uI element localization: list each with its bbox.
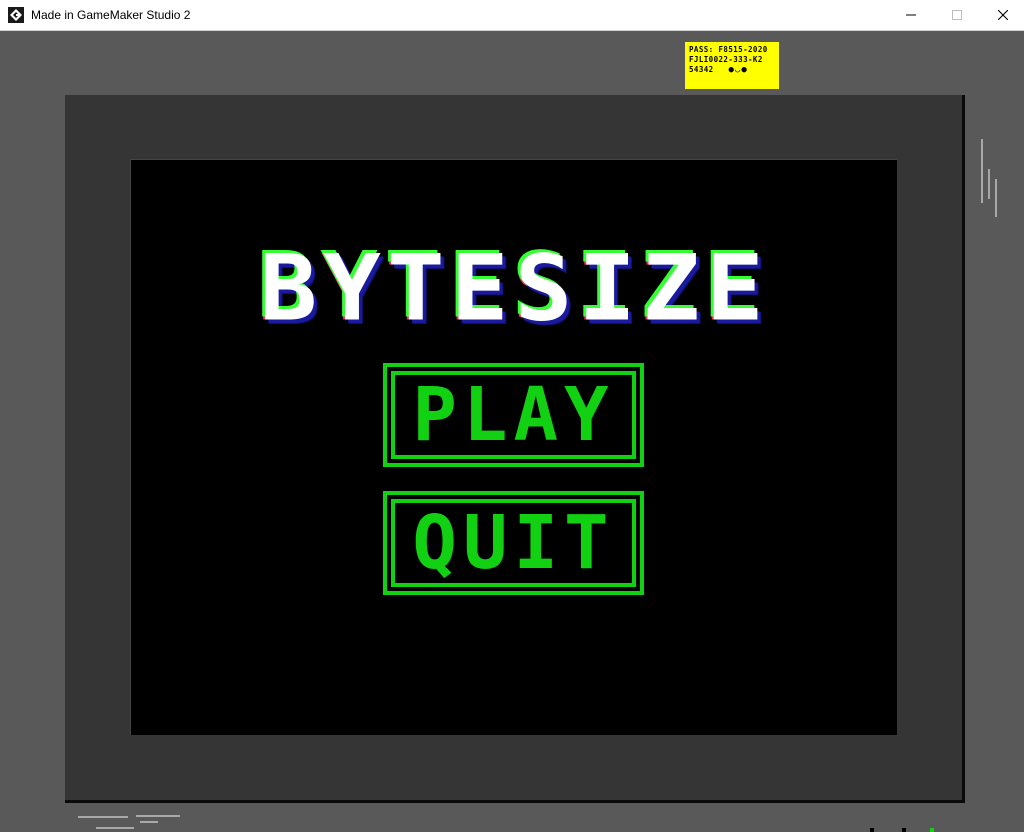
window-title: Made in GameMaker Studio 2 [31, 8, 191, 22]
game-logo: BYTESIZE [259, 234, 770, 342]
pass-line-1: PASS: F8515-2020 [689, 45, 768, 54]
pass-line-3: 54342 ●◡● [689, 65, 776, 75]
quit-button-label: QUIT [412, 500, 615, 586]
monitor-screen: BYTESIZE PLAY QUIT [130, 159, 897, 735]
game-canvas: PASS: F8515-2020 FJLI0022-333-K2 54342 ●… [0, 31, 1024, 832]
play-button[interactable]: PLAY [383, 363, 644, 467]
title-bar[interactable]: Made in GameMaker Studio 2 [0, 0, 1024, 31]
maximize-icon [952, 10, 962, 20]
quit-button[interactable]: QUIT [383, 491, 644, 595]
play-button-label: PLAY [412, 372, 615, 458]
minimize-button[interactable] [888, 0, 934, 30]
crt-monitor: BYTESIZE PLAY QUIT [65, 95, 965, 803]
pass-badge: PASS: F8515-2020 FJLI0022-333-K2 54342 ●… [685, 42, 779, 89]
minimize-icon [906, 14, 916, 16]
close-icon [998, 10, 1008, 20]
maximize-button[interactable] [934, 0, 980, 30]
pass-dots: ●◡● [728, 65, 748, 75]
decorative-dots [870, 828, 934, 832]
game-window: Made in GameMaker Studio 2 PASS: F8515-2… [0, 0, 1024, 832]
pass-code: 54342 [689, 65, 714, 74]
pass-line-2: FJLI0022-333-K2 [689, 55, 763, 64]
close-button[interactable] [980, 0, 1024, 30]
decorative-lines-right [981, 139, 997, 217]
gamemaker-icon [8, 7, 24, 23]
decorative-lines-bottom [78, 815, 180, 829]
